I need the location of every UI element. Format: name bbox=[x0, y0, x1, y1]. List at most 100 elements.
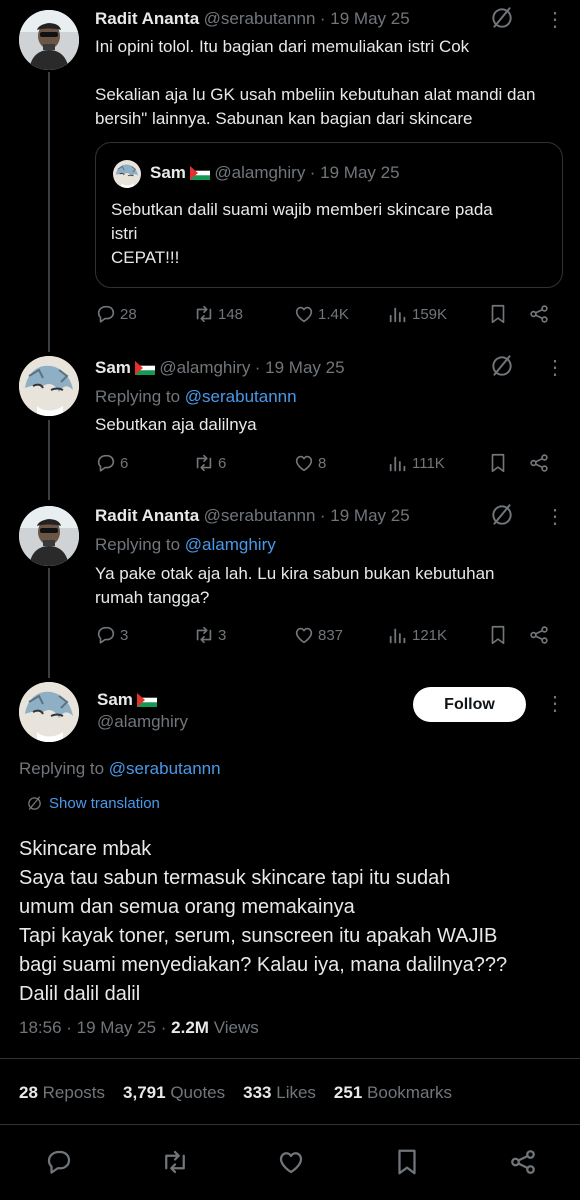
views-count: 159K bbox=[412, 305, 448, 323]
views-count: 111K bbox=[412, 454, 445, 472]
reply-icon bbox=[95, 303, 117, 325]
follow-button[interactable]: Follow bbox=[413, 687, 526, 722]
like-button[interactable]: 1.4K bbox=[293, 303, 349, 325]
reply-button[interactable]: 6 bbox=[95, 452, 128, 474]
show-translation-label: Show translation bbox=[49, 795, 160, 812]
quoted-text: Sebutkan dalil suami wajib memberi skinc… bbox=[111, 200, 493, 267]
heart-icon[interactable] bbox=[276, 1147, 306, 1177]
author-handle[interactable]: @alamghiry bbox=[97, 712, 188, 732]
quoted-date: · 19 May 25 bbox=[309, 163, 400, 182]
views-icon bbox=[387, 452, 409, 474]
like-count: 1.4K bbox=[318, 305, 349, 323]
share-button[interactable] bbox=[528, 452, 550, 474]
views-count: 121K bbox=[412, 626, 448, 644]
heart-icon bbox=[293, 624, 315, 646]
reply-button[interactable]: 28 bbox=[95, 303, 137, 325]
tweet-timestamp[interactable]: 18:56 · 19 May 25 · bbox=[19, 1018, 166, 1037]
more-icon[interactable]: ⋮ bbox=[545, 694, 565, 714]
bookmark-button[interactable] bbox=[487, 452, 509, 474]
tweet-text: Ini opini tolol. Itu bagian dari memulia… bbox=[95, 37, 536, 128]
share-icon bbox=[528, 624, 550, 646]
quotes-stat[interactable]: 3,791 Quotes bbox=[123, 1083, 225, 1103]
divider bbox=[0, 1058, 580, 1059]
more-icon[interactable]: ⋮ bbox=[545, 358, 565, 378]
bookmarks-stat[interactable]: 251 Bookmarks bbox=[334, 1083, 452, 1103]
views-icon bbox=[387, 624, 409, 646]
like-count: 8 bbox=[318, 454, 327, 472]
avatar[interactable] bbox=[19, 506, 79, 566]
quoted-author-name: Sam bbox=[150, 163, 186, 182]
palestine-flag-icon bbox=[137, 693, 157, 707]
main-tweet-text: Skincare mbak Saya tau sabun termasuk sk… bbox=[19, 838, 508, 1005]
like-button[interactable]: 837 bbox=[293, 624, 343, 646]
share-icon[interactable] bbox=[508, 1147, 538, 1177]
repost-count: 6 bbox=[218, 454, 227, 472]
share-button[interactable] bbox=[528, 624, 550, 646]
replying-to-label: Replying to bbox=[95, 535, 181, 554]
tweet-date[interactable]: · 19 May 25 bbox=[320, 506, 410, 525]
like-button[interactable]: 8 bbox=[293, 452, 326, 474]
views-label: Views bbox=[213, 1018, 259, 1037]
author-handle[interactable]: @alamghiry bbox=[159, 358, 250, 377]
palestine-flag-icon bbox=[135, 361, 155, 375]
avatar[interactable] bbox=[19, 356, 79, 416]
heart-icon bbox=[293, 303, 315, 325]
replying-to-label: Replying to bbox=[95, 387, 181, 406]
replying-to-label: Replying to bbox=[19, 759, 105, 778]
bookmark-button[interactable] bbox=[487, 624, 509, 646]
tweet-text: Sebutkan aja dalilnya bbox=[95, 415, 257, 434]
avatar bbox=[113, 160, 141, 188]
replying-to-link[interactable]: @serabutannn bbox=[185, 387, 297, 406]
reply-icon[interactable] bbox=[44, 1147, 74, 1177]
replying-to-link[interactable]: @serabutannn bbox=[109, 759, 221, 778]
views-icon bbox=[387, 303, 409, 325]
likes-stat[interactable]: 333 Likes bbox=[243, 1083, 316, 1103]
repost-icon[interactable] bbox=[160, 1147, 190, 1177]
share-button[interactable] bbox=[528, 303, 550, 325]
tweet-date[interactable]: · 19 May 25 bbox=[255, 358, 345, 377]
repost-button[interactable]: 3 bbox=[193, 624, 226, 646]
views-button[interactable]: 111K bbox=[387, 452, 445, 474]
author-name[interactable]: Sam bbox=[95, 358, 131, 377]
translate-icon bbox=[26, 795, 43, 812]
quoted-author-handle: @alamghiry bbox=[214, 163, 306, 182]
grok-icon[interactable] bbox=[489, 502, 515, 528]
repost-button[interactable]: 148 bbox=[193, 303, 243, 325]
bookmark-button[interactable] bbox=[487, 303, 509, 325]
avatar[interactable] bbox=[19, 682, 79, 742]
reply-button[interactable]: 3 bbox=[95, 624, 128, 646]
bookmark-icon bbox=[487, 303, 509, 325]
more-icon[interactable]: ⋮ bbox=[545, 507, 565, 527]
show-translation-button[interactable]: Show translation bbox=[26, 795, 160, 812]
share-icon bbox=[528, 452, 550, 474]
reply-icon bbox=[95, 624, 117, 646]
replying-to-link[interactable]: @alamghiry bbox=[185, 535, 276, 554]
reply-count: 3 bbox=[120, 626, 129, 644]
bookmark-icon bbox=[487, 624, 509, 646]
bookmark-icon bbox=[487, 452, 509, 474]
repost-icon bbox=[193, 452, 215, 474]
thread-line bbox=[48, 72, 50, 352]
author-handle[interactable]: @serabutannn bbox=[204, 506, 316, 525]
views-button[interactable]: 159K bbox=[387, 303, 447, 325]
thread-line bbox=[48, 420, 50, 500]
tweet-text: Ya pake otak aja lah. Lu kira sabun buka… bbox=[95, 564, 495, 607]
avatar[interactable] bbox=[19, 10, 79, 70]
bookmark-icon[interactable] bbox=[392, 1147, 422, 1177]
reposts-stat[interactable]: 28 Reposts bbox=[19, 1083, 105, 1103]
heart-icon bbox=[293, 452, 315, 474]
more-icon[interactable]: ⋮ bbox=[545, 10, 565, 30]
author-name[interactable]: Sam bbox=[97, 690, 133, 709]
author-handle[interactable]: @serabutannn bbox=[204, 9, 316, 28]
reply-icon bbox=[95, 452, 117, 474]
views-button[interactable]: 121K bbox=[387, 624, 447, 646]
author-name[interactable]: Radit Ananta bbox=[95, 9, 199, 28]
tweet-date[interactable]: · 19 May 25 bbox=[320, 9, 410, 28]
repost-button[interactable]: 6 bbox=[193, 452, 226, 474]
reply-count: 28 bbox=[120, 305, 137, 323]
grok-icon[interactable] bbox=[489, 5, 515, 31]
palestine-flag-icon bbox=[190, 166, 210, 180]
grok-icon[interactable] bbox=[489, 353, 515, 379]
repost-icon bbox=[193, 303, 215, 325]
author-name[interactable]: Radit Ananta bbox=[95, 506, 199, 525]
